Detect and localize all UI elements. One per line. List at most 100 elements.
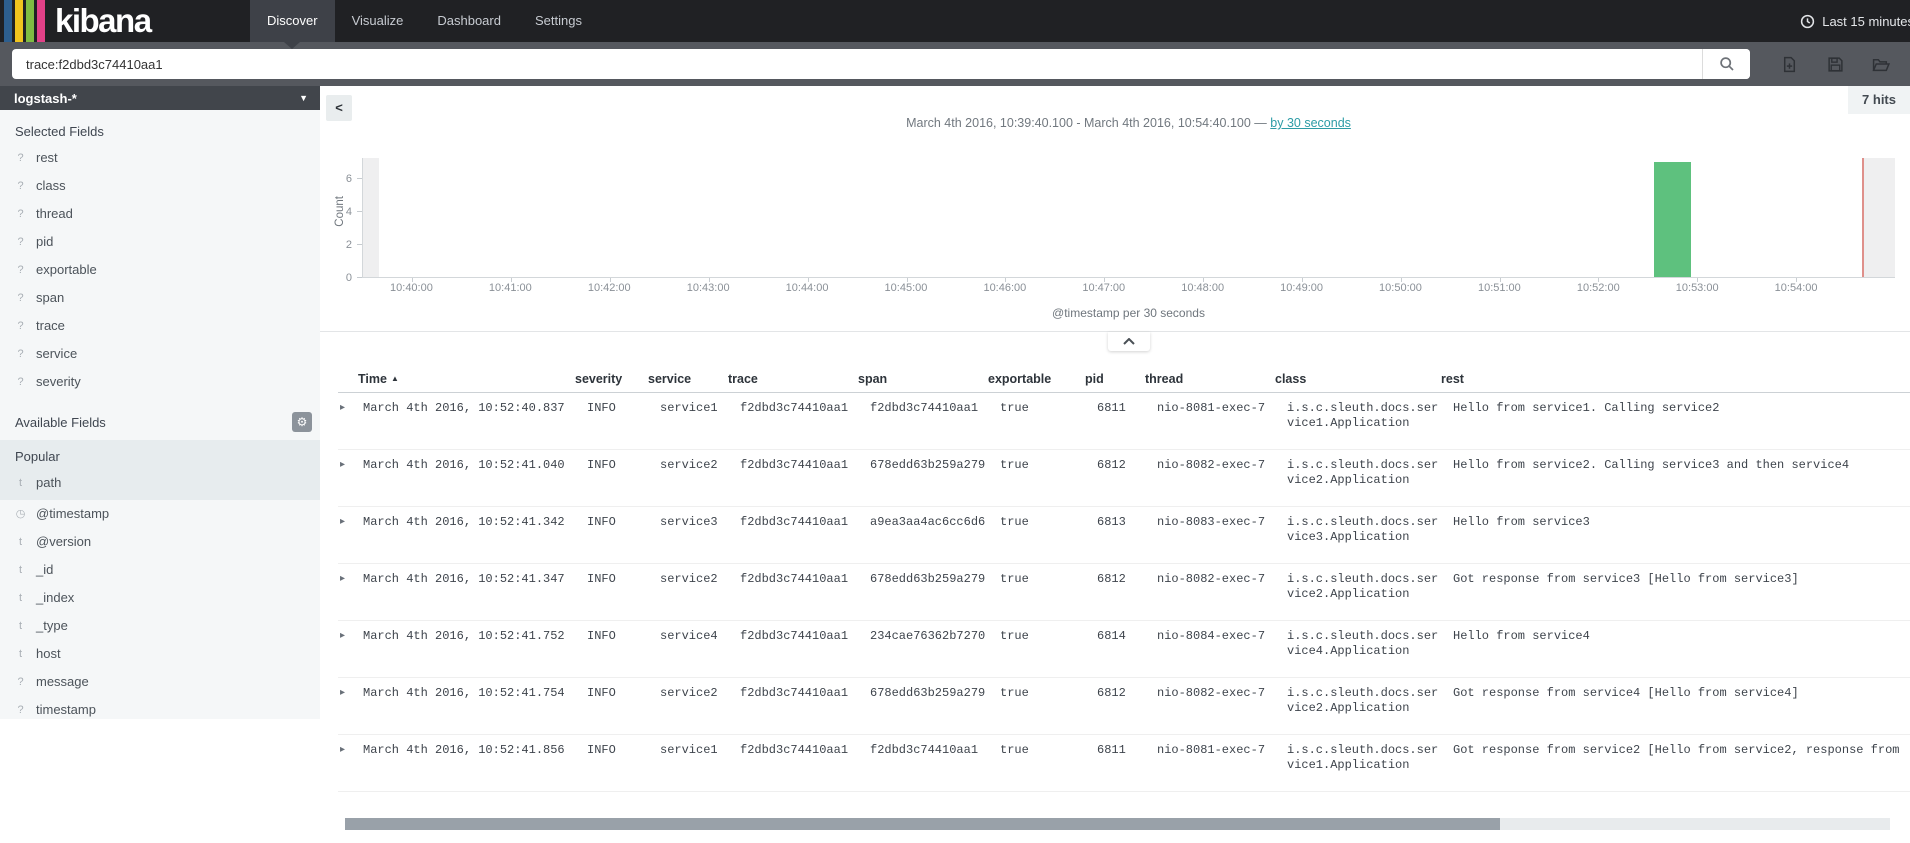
nav-tab-visualize[interactable]: Visualize [335, 0, 421, 42]
column-header-span[interactable]: span [858, 364, 988, 392]
field-name: span [36, 290, 65, 305]
logo-stripe [26, 0, 34, 42]
open-search-button[interactable] [1870, 53, 1892, 75]
column-header-time[interactable]: Time ▲ [358, 364, 575, 392]
field-item-host[interactable]: t host [0, 640, 320, 668]
column-header-class[interactable]: class [1275, 364, 1441, 392]
clock-field-icon: ◷ [15, 508, 26, 520]
post-range-shade [1862, 158, 1895, 277]
horizontal-scrollbar [345, 818, 1890, 830]
field-item-path[interactable]: t path [0, 469, 320, 497]
expand-column-header [338, 364, 358, 392]
collapse-histogram-button[interactable] [1108, 332, 1150, 351]
cell-pid: 6812 [1097, 572, 1126, 586]
field-item-trace[interactable]: ? trace [0, 312, 320, 340]
field-item-thread[interactable]: ? thread [0, 200, 320, 228]
field-item-timestamp[interactable]: ◷ @timestamp [0, 500, 320, 528]
field-item-message[interactable]: ? message [0, 668, 320, 696]
field-item-timestamp[interactable]: ? timestamp [0, 696, 320, 724]
nav-tab-dashboard[interactable]: Dashboard [420, 0, 518, 42]
x-tick-label: 10:47:00 [1082, 282, 1126, 294]
expand-row-icon[interactable]: ▸ [338, 450, 358, 506]
field-name: class [36, 178, 66, 193]
column-header-exportable[interactable]: exportable [988, 364, 1085, 392]
title-separator: — [1254, 116, 1267, 130]
kibana-logo[interactable]: kibana [0, 0, 250, 42]
column-header-severity[interactable]: severity [575, 364, 648, 392]
new-search-button[interactable] [1778, 53, 1800, 75]
cell-service: service4 [660, 629, 718, 643]
cell-pid: 6812 [1097, 458, 1126, 472]
cell-class: i.s.c.sleuth.docs.service3.Application [1287, 515, 1439, 544]
field-item-exportable[interactable]: ? exportable [0, 256, 320, 284]
column-header-service[interactable]: service [648, 364, 728, 392]
field-item-_index[interactable]: t _index [0, 584, 320, 612]
expand-row-icon[interactable]: ▸ [338, 678, 358, 734]
string-field-icon: t [18, 648, 23, 660]
field-item-version[interactable]: t @version [0, 528, 320, 556]
field-item-span[interactable]: ? span [0, 284, 320, 312]
cell-time: March 4th 2016, 10:52:41.754 [363, 686, 565, 700]
expand-row-icon[interactable]: ▸ [338, 393, 358, 449]
column-header-trace[interactable]: trace [728, 364, 858, 392]
field-name: host [36, 646, 61, 661]
chevron-down-icon: ▼ [299, 93, 308, 103]
y-axis: 0 2 4 6 [320, 158, 362, 284]
field-item-_type[interactable]: t _type [0, 612, 320, 640]
expand-row-icon[interactable]: ▸ [338, 507, 358, 563]
field-item-_id[interactable]: t _id [0, 556, 320, 584]
field-item-pid[interactable]: ? pid [0, 228, 320, 256]
documents-table: Time ▲ severity service trace span exportable p… [338, 364, 1910, 792]
cell-thread: nio-8084-exec-7 [1157, 629, 1266, 643]
field-name: timestamp [36, 702, 96, 717]
field-item-severity[interactable]: ? severity [0, 368, 320, 396]
table-body: ▸ March 4th 2016, 10:52:40.837 INFO service… [338, 393, 1910, 792]
cell-time: March 4th 2016, 10:52:41.342 [363, 515, 565, 529]
cell-class: i.s.c.sleuth.docs.service1.Application [1287, 743, 1439, 772]
search-button[interactable] [1702, 49, 1750, 79]
clock-icon [1801, 14, 1815, 28]
table-row: ▸ March 4th 2016, 10:52:41.347 INFO service… [338, 564, 1910, 621]
nav-tab-discover[interactable]: Discover [250, 0, 335, 49]
field-name: @version [36, 534, 92, 549]
search-toolbar [1750, 53, 1910, 75]
x-tick-label: 10:49:00 [1280, 282, 1323, 294]
cell-pid: 6811 [1097, 401, 1126, 415]
field-settings-button[interactable]: ⚙ [292, 412, 312, 432]
x-tick-label: 10:53:00 [1675, 282, 1719, 294]
field-item-rest[interactable]: ? rest [0, 144, 320, 172]
column-header-pid[interactable]: pid [1085, 364, 1145, 392]
field-item-class[interactable]: ? class [0, 172, 320, 200]
save-search-button[interactable] [1824, 53, 1846, 75]
scrollbar-thumb[interactable] [345, 818, 1500, 830]
cell-span: 678edd63b259a279 [870, 458, 986, 472]
unknown-field-icon: ? [17, 180, 24, 192]
cell-rest: Hello from service4 [1453, 629, 1590, 643]
cell-service: service1 [660, 401, 718, 415]
time-picker-button[interactable]: Last 15 minutes [1800, 0, 1910, 42]
histogram-bar[interactable] [1653, 162, 1692, 277]
cell-span: 234cae76362b7270 [870, 629, 986, 643]
expand-row-icon[interactable]: ▸ [338, 735, 358, 791]
cell-trace: f2dbd3c74410aa1 [740, 743, 849, 757]
kibana-logo-bars-icon [4, 0, 48, 42]
cell-trace: f2dbd3c74410aa1 [740, 686, 849, 700]
cell-span: f2dbd3c74410aa1 [870, 743, 979, 757]
expand-row-icon[interactable]: ▸ [338, 621, 358, 677]
table-row: ▸ March 4th 2016, 10:52:40.837 INFO service… [338, 393, 1910, 450]
field-name: trace [36, 318, 65, 333]
top-navbar: kibana Discover Visualize Dashboard Setting… [0, 0, 1910, 49]
index-pattern-selector[interactable]: logstash-* ▼ [0, 86, 320, 110]
save-icon [1827, 56, 1843, 72]
collapse-sidebar-button[interactable]: < [326, 95, 352, 121]
expand-row-icon[interactable]: ▸ [338, 564, 358, 620]
column-header-thread[interactable]: thread [1145, 364, 1275, 392]
search-input[interactable] [12, 49, 1702, 79]
nav-tab-settings[interactable]: Settings [518, 0, 599, 42]
column-header-rest[interactable]: rest [1441, 364, 1910, 392]
field-item-service[interactable]: ? service [0, 340, 320, 368]
cell-thread: nio-8082-exec-7 [1157, 458, 1266, 472]
cell-time: March 4th 2016, 10:52:41.856 [363, 743, 565, 757]
interval-link[interactable]: by 30 seconds [1270, 116, 1351, 130]
cell-severity: INFO [587, 458, 616, 472]
